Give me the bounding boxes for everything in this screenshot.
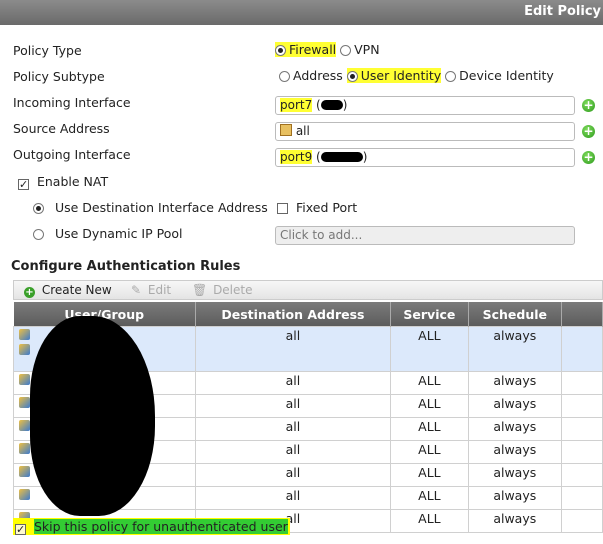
service-cell: ALL [389, 509, 469, 533]
service-cell: ALL [389, 486, 469, 510]
add-outgoing-icon[interactable]: + [582, 151, 595, 164]
radio-icon [340, 45, 352, 56]
user-group-icon [19, 374, 30, 385]
extra-cell [560, 371, 603, 395]
ip-pool-input[interactable]: Click to add... [275, 226, 575, 245]
service-cell: ALL [389, 440, 469, 464]
radio-firewall[interactable]: Firewall [275, 42, 337, 57]
skip-unauth-checkbox[interactable]: ✓ Skip this policy for unauthenticated u… [13, 518, 290, 536]
destination-cell: all [194, 486, 391, 510]
col-extra [561, 302, 603, 327]
extra-cell [560, 394, 603, 418]
schedule-cell: always [467, 440, 562, 464]
checkbox-icon [277, 203, 288, 214]
source-address-label: Source Address [13, 121, 110, 136]
extra-cell [560, 509, 603, 533]
user-group-icon [19, 344, 30, 355]
incoming-interface-field[interactable]: port7 () [275, 96, 575, 115]
redacted-user-names [30, 316, 155, 516]
enable-nat-checkbox[interactable]: ✓ Enable NAT [18, 174, 108, 190]
dialog-title-bar: Edit Policy [0, 0, 603, 25]
extra-cell [560, 463, 603, 487]
checkbox-icon: ✓ [15, 523, 26, 536]
incoming-interface-label: Incoming Interface [13, 95, 131, 110]
extra-cell [560, 440, 603, 464]
radio-address[interactable]: Address [279, 68, 343, 83]
col-destination[interactable]: Destination Address [195, 302, 391, 327]
plus-icon: + [24, 287, 35, 298]
schedule-cell: always [467, 371, 562, 395]
auth-rules-heading: Configure Authentication Rules [11, 259, 241, 274]
create-new-button[interactable]: + Create New [24, 283, 112, 298]
radio-icon [275, 45, 286, 56]
radio-user-identity[interactable]: User Identity [346, 68, 442, 83]
radio-icon [33, 229, 44, 240]
service-cell: ALL [389, 394, 469, 418]
radio-dest-interface[interactable]: Use Destination Interface Address [33, 200, 268, 215]
col-schedule[interactable]: Schedule [468, 302, 562, 327]
destination-cell: all [194, 463, 391, 487]
redacted-mark [320, 100, 343, 110]
redacted-mark [320, 152, 363, 162]
policy-subtype-label: Policy Subtype [13, 69, 105, 84]
service-cell: ALL [389, 463, 469, 487]
schedule-cell: always [467, 326, 562, 372]
add-source-icon[interactable]: + [582, 125, 595, 138]
extra-cell [560, 417, 603, 441]
service-cell: ALL [389, 417, 469, 441]
auth-toolbar: + Create New ✎ Edit 🗑 Delete [13, 280, 603, 300]
user-group-icon [19, 466, 30, 477]
address-icon [280, 124, 292, 136]
trash-icon: 🗑 [192, 283, 208, 297]
checkbox-icon: ✓ [18, 178, 29, 191]
outgoing-interface-label: Outgoing Interface [13, 147, 131, 162]
source-address-field[interactable]: all [275, 122, 575, 141]
schedule-cell: always [467, 509, 562, 533]
delete-button[interactable]: 🗑 Delete [192, 283, 253, 297]
radio-icon [33, 203, 44, 214]
destination-cell: all [194, 394, 391, 418]
schedule-cell: always [467, 486, 562, 510]
destination-cell: all [194, 326, 391, 372]
schedule-cell: always [467, 463, 562, 487]
schedule-cell: always [467, 394, 562, 418]
radio-icon [346, 71, 358, 82]
radio-vpn[interactable]: VPN [340, 42, 380, 57]
add-incoming-icon[interactable]: + [582, 99, 595, 112]
edit-icon: ✎ [131, 283, 142, 297]
radio-dynamic-pool[interactable]: Use Dynamic IP Pool [33, 226, 182, 241]
destination-cell: all [194, 371, 391, 395]
col-service[interactable]: Service [390, 302, 469, 327]
policy-type-group: Firewall VPN [275, 42, 380, 57]
policy-subtype-group: Address User Identity Device Identity [279, 68, 554, 83]
schedule-cell: always [467, 417, 562, 441]
user-group-icon [19, 489, 30, 500]
fixed-port-checkbox[interactable]: Fixed Port [277, 200, 357, 215]
service-cell: ALL [389, 371, 469, 395]
radio-icon [445, 71, 457, 82]
radio-device-identity[interactable]: Device Identity [445, 68, 554, 83]
user-group-icon [19, 397, 30, 408]
extra-cell [560, 486, 603, 510]
dialog-title: Edit Policy [524, 4, 601, 19]
user-group-icon [19, 329, 30, 340]
destination-cell: all [194, 440, 391, 464]
destination-cell: all [194, 417, 391, 441]
user-group-icon [19, 443, 30, 454]
service-cell: ALL [389, 326, 469, 372]
extra-cell [560, 326, 603, 372]
radio-icon [279, 71, 290, 82]
policy-type-label: Policy Type [13, 43, 82, 58]
outgoing-interface-field[interactable]: port9 () [275, 148, 575, 167]
edit-button[interactable]: ✎ Edit [131, 283, 171, 297]
user-group-icon [19, 420, 30, 431]
